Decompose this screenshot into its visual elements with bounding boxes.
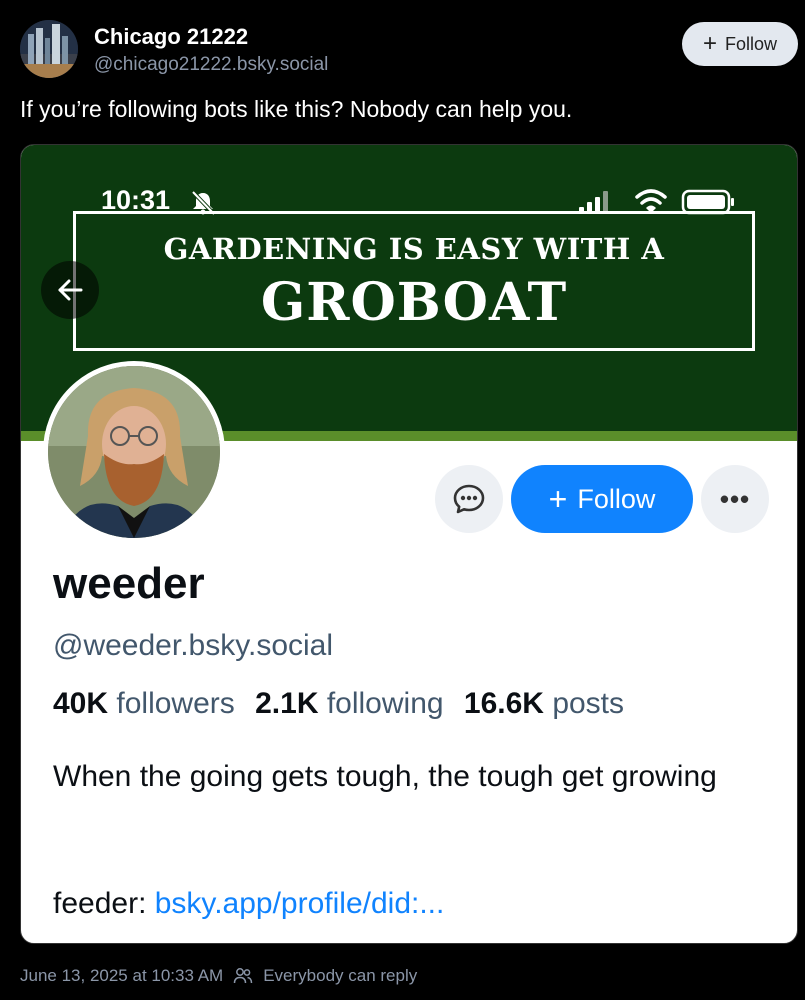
profile-bio: When the going gets tough, the tough get… [53,760,717,793]
follow-button[interactable]: + Follow [682,22,798,66]
following-stat[interactable]: 2.1K following [255,687,443,720]
followers-count: 40K [53,687,109,720]
plus-icon: + [702,30,717,57]
post-text: If you’re following bots like this? Nobo… [20,96,573,122]
profile-avatar[interactable] [43,361,225,543]
people-icon [233,968,253,984]
more-options-button[interactable]: ••• [701,465,769,533]
feeder-link[interactable]: bsky.app/profile/did:... [155,887,445,920]
back-button[interactable] [41,261,99,319]
message-button[interactable] [435,465,503,533]
following-count: 2.1K [255,687,319,720]
chat-bubble-icon [453,484,485,514]
author-avatar[interactable] [20,20,78,78]
following-label: following [326,687,444,720]
post-footer: June 13, 2025 at 10:33 AM Everybody can … [20,966,417,986]
posts-count: 16.6K [463,687,544,720]
arrow-left-icon [58,279,83,301]
feeder-label: feeder: [53,887,147,920]
author-name[interactable]: Chicago 21222 [94,24,248,50]
follow-button-label: Follow [725,33,778,54]
profile-follow-button[interactable]: + Follow [511,465,693,533]
profile-follow-label: Follow [577,483,656,514]
post-image[interactable]: 10:31 GARDENING IS EASY WITH A GROBOAT +… [20,144,798,944]
author-handle[interactable]: @chicago21222.bsky.social [94,54,328,76]
banner-brand: GROBOAT [260,272,568,333]
profile-feeder-line: feeder: bsky.app/profile/did:... [53,887,444,921]
posts-label: posts [552,687,625,720]
post-timestamp[interactable]: June 13, 2025 at 10:33 AM [20,966,223,986]
banner-headline: GARDENING IS EASY WITH A [163,232,665,266]
posts-stat: 16.6K posts [464,687,624,720]
banner-text-box: GARDENING IS EASY WITH A GROBOAT [73,211,755,351]
post-header: Chicago 21222 @chicago21222.bsky.social … [20,20,800,80]
profile-stats: 40K followers 2.1K following 16.6K posts [53,687,624,721]
plus-icon: + [548,481,568,517]
profile-handle: @weeder.bsky.social [53,629,334,662]
reply-setting[interactable]: Everybody can reply [263,966,417,986]
ellipsis-icon: ••• [719,483,751,514]
followers-stat[interactable]: 40K followers [53,687,235,720]
profile-display-name: weeder [53,559,205,608]
followers-label: followers [116,687,235,720]
